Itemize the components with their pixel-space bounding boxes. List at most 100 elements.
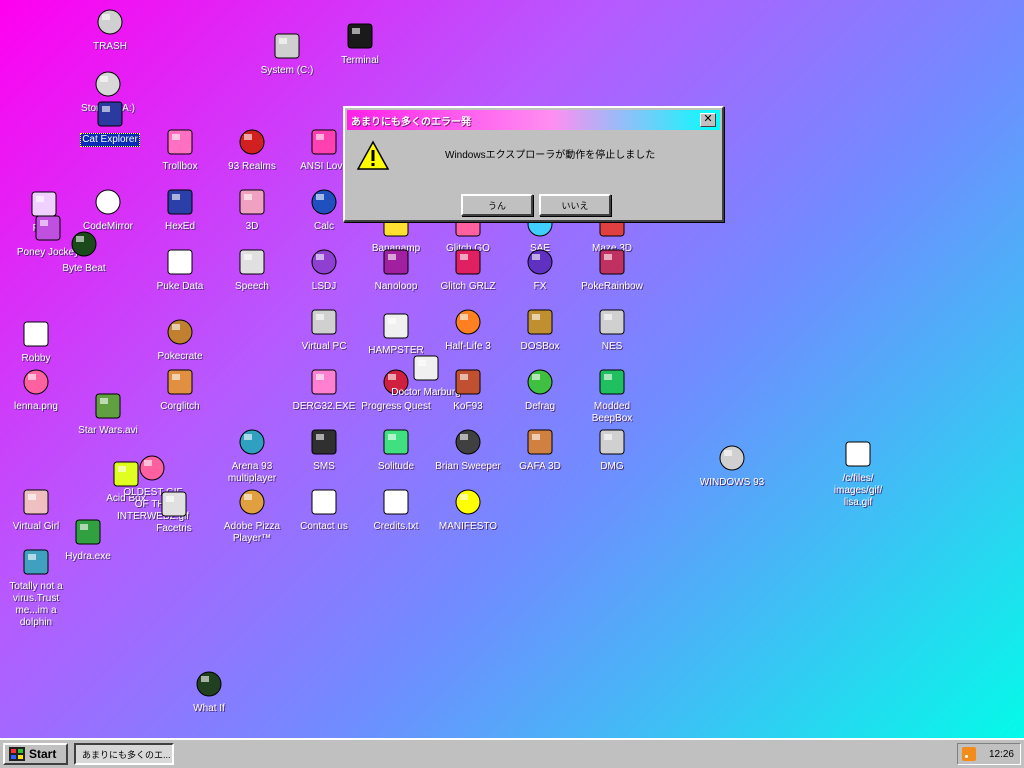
lsdj-icon xyxy=(311,249,337,275)
desktop-icon-contact-us[interactable]: Contact us xyxy=(288,486,360,533)
desktop-icon-trollbox[interactable]: Trollbox xyxy=(144,126,216,173)
desktop-icon-label: 3D xyxy=(245,221,259,232)
start-button[interactable]: Start xyxy=(3,743,68,765)
trash-icon xyxy=(97,9,123,35)
contact-icon xyxy=(311,489,337,515)
yes-button[interactable]: うん xyxy=(461,194,533,216)
desktop-icon-byte-beat[interactable]: Byte Beat xyxy=(48,228,120,275)
desktop-icon-modded-beepbox[interactable]: Modded BeepBox xyxy=(576,366,648,425)
desktop-icon-pokecrate[interactable]: Pokecrate xyxy=(144,316,216,363)
beepbox-ring-icon xyxy=(599,369,625,395)
desktop-icon-label: NES xyxy=(601,341,623,352)
desktop-icon-label: Virtual PC xyxy=(301,341,347,352)
desktop-icon-3d[interactable]: 3D xyxy=(216,186,288,233)
desktop-icon-hexed[interactable]: HexEd xyxy=(144,186,216,233)
desktop-icon-label: Arena 93 multiplayer xyxy=(227,461,277,484)
virtual-girl-icon xyxy=(23,489,49,515)
desktop-icon-corglitch[interactable]: Corglitch xyxy=(144,366,216,413)
desktop-icon-brian-sweeper[interactable]: Brian Sweeper xyxy=(432,426,504,473)
desktop-icon-dmg[interactable]: DMG xyxy=(576,426,648,473)
pd-icon xyxy=(167,249,193,275)
chat-bubble-icon xyxy=(167,129,193,155)
windows-logo-icon xyxy=(9,747,25,761)
pizza-icon xyxy=(239,489,265,515)
desktop-icon-label: Terminal xyxy=(341,55,379,66)
dialog-message: Windowsエクスプローラが動作を停止しました xyxy=(445,150,656,161)
desktop-icon-glitch-grlz[interactable]: Glitch GRLZ xyxy=(432,246,504,293)
desktop-icon-system-c[interactable]: System (C:) xyxy=(251,30,323,77)
desktop-icon-label: Progress Quest xyxy=(361,401,431,412)
desktop-icon-solitude[interactable]: Solitude xyxy=(360,426,432,473)
rss-icon[interactable] xyxy=(962,747,976,761)
desktop-icon-label: What If xyxy=(193,703,225,714)
desktop-icon-trash[interactable]: TRASH xyxy=(74,6,146,53)
speech-face-icon xyxy=(239,249,265,275)
desktop-icon-manifesto[interactable]: MANIFESTO xyxy=(432,486,504,533)
desktop-icon-arena-93[interactable]: Arena 93 multiplayer xyxy=(216,426,288,485)
desktop-icon-label: DOSBox xyxy=(520,341,560,352)
floppy-drive-icon xyxy=(95,71,121,97)
dmg-icon xyxy=(599,429,625,455)
dialog-titlebar[interactable]: あまりにも多くのエラー発 ✕ xyxy=(347,110,720,130)
gafa-face-icon xyxy=(527,429,553,455)
what-if-icon xyxy=(196,671,222,697)
desktop-icon-derg32[interactable]: DERG32.EXE xyxy=(288,366,360,413)
desktop-icon-dosbox[interactable]: DOSBox xyxy=(504,306,576,353)
corgi-icon xyxy=(167,369,193,395)
virtual-pc-icon xyxy=(311,309,337,335)
desktop-icon-half-life-3[interactable]: Half-Life 3 xyxy=(432,306,504,353)
desktop-icon-label: MANIFESTO xyxy=(438,521,498,532)
desktop-icon-robby[interactable]: Robby xyxy=(0,318,72,365)
desktop-icon-label: DMG xyxy=(600,461,624,472)
desktop-icon-nes[interactable]: NES xyxy=(576,306,648,353)
mine-icon xyxy=(455,429,481,455)
desktop-icon-nanoloop[interactable]: Nanoloop xyxy=(360,246,432,293)
desktop-icon-virtual-pc[interactable]: Virtual PC xyxy=(288,306,360,353)
hexed-icon xyxy=(167,189,193,215)
desktop-icon-fx[interactable]: FX xyxy=(504,246,576,293)
fx-atom-icon xyxy=(527,249,553,275)
desktop-icon-pokerainbow[interactable]: PokeRainbow xyxy=(576,246,648,293)
desktop-icon-label: Solitude xyxy=(377,461,415,472)
desktop-icon-label: Totally not a virus.Trust me...im a dolp… xyxy=(9,581,63,628)
desktop-icon-adobe-pizza[interactable]: Adobe Pizza Player™ xyxy=(216,486,288,545)
desktop-icon-terminal[interactable]: Terminal xyxy=(324,20,396,67)
task-label: あまりにも多くのエ... xyxy=(82,749,171,760)
desktop-icon-star-wars[interactable]: Star Wars.avi xyxy=(72,390,144,437)
desktop-icon-label: Speech xyxy=(235,281,269,292)
desktop-icon-label: Nanoloop xyxy=(374,281,418,292)
system-tray: 12:26 xyxy=(957,743,1021,765)
clock: 12:26 xyxy=(988,748,1014,760)
sms-console-icon xyxy=(311,429,337,455)
desktop-icon-what-if[interactable]: What If xyxy=(173,668,245,715)
no-button[interactable]: いいえ xyxy=(539,194,611,216)
taskbar-task-error[interactable]: あまりにも多くのエ... xyxy=(74,743,174,765)
desktop-icon-dolphin[interactable]: Totally not a virus.Trust me...im a dolp… xyxy=(0,546,72,629)
desktop-icon-label: Contact us xyxy=(300,521,348,532)
desktop-icon-93-realms[interactable]: 93 Realms xyxy=(216,126,288,173)
image-file-icon xyxy=(23,369,49,395)
desktop-icon-kof93[interactable]: KoF93 xyxy=(432,366,504,413)
desktop-icon-label: Brian Sweeper xyxy=(435,461,501,472)
desktop-icon-label: Trollbox xyxy=(162,161,198,172)
desktop-icon-defrag[interactable]: Defrag xyxy=(504,366,576,413)
desktop-icon-label: GAFA 3D xyxy=(519,461,561,472)
close-icon[interactable]: ✕ xyxy=(700,113,716,127)
desktop-icon-speech[interactable]: Speech xyxy=(216,246,288,293)
desktop-icon-gafa-3d[interactable]: GAFA 3D xyxy=(504,426,576,473)
desktop-icon-lsdj[interactable]: LSDJ xyxy=(288,246,360,293)
desktop-icon-cat-explorer[interactable]: Cat Explorer xyxy=(74,98,146,147)
desktop-icon-hampster[interactable]: HAMPSTER xyxy=(360,310,432,357)
cat-explorer-icon xyxy=(97,101,123,127)
desktop-icon-puke-data[interactable]: Puke Data xyxy=(144,246,216,293)
desktop-icon-label: ANSI Love xyxy=(300,161,348,172)
desktop-icon-label: Facetris xyxy=(156,523,192,534)
desktop-icon-lenna[interactable]: lenna.png xyxy=(0,366,72,413)
desktop-icon-label: SMS xyxy=(313,461,335,472)
desktop-icon-gif-lisa[interactable]: /c/files/ images/gif/ lisa.gif xyxy=(822,438,894,509)
desktop-icon-credits[interactable]: Credits.txt xyxy=(360,486,432,533)
desktop-icon-sms[interactable]: SMS xyxy=(288,426,360,473)
desktop-icon-windows-93[interactable]: WINDOWS 93 xyxy=(696,442,768,489)
windows93-computer-icon xyxy=(719,445,745,471)
desktop-icon-facetris[interactable]: Facetris xyxy=(138,488,210,535)
